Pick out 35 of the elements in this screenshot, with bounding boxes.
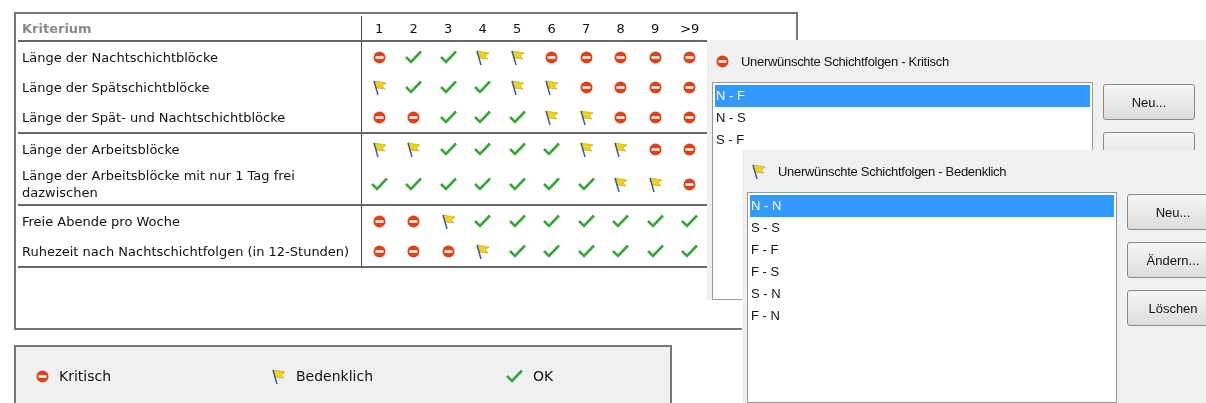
list-box[interactable]: N - N S - S F - F F - S S - N F - N <box>747 192 1117 403</box>
legend-label: Kritisch <box>59 368 112 384</box>
criterion-label: Länge der Nachtschichtblöcke <box>18 42 362 72</box>
dialog-title: Unerwünschte Schichtfolgen - Bedenklich <box>778 163 1007 179</box>
dialog-button[interactable]: Ändern... <box>1127 242 1206 278</box>
list-item[interactable]: F - N <box>750 305 1114 327</box>
criterion-label: Länge der Spät- und Nachtschichtblöcke <box>18 102 362 132</box>
column-header: 5 <box>512 20 523 36</box>
criterion-label: Länge der Arbeitsblöcke <box>18 134 362 164</box>
column-header: 3 <box>443 20 454 36</box>
column-header: 8 <box>615 20 626 36</box>
column-header: 2 <box>408 20 419 36</box>
column-header: 1 <box>374 20 385 36</box>
criterion-label: Freie Abende pro Woche <box>18 206 362 236</box>
column-header: >9 <box>679 20 701 36</box>
legend-label: Bedenklich <box>296 368 374 384</box>
legend-label: OK <box>533 368 554 384</box>
list-item[interactable]: S - S <box>750 217 1114 239</box>
list-item[interactable]: F - F <box>750 239 1114 261</box>
column-header: 7 <box>581 20 592 36</box>
dialog-button[interactable]: Neu... <box>1103 84 1195 120</box>
dialog-button[interactable]: Löschen <box>1127 290 1206 326</box>
criterion-label: Länge der Spätschichtblöcke <box>18 72 362 102</box>
dialog-title: Unerwünschte Schichtfolgen - Kritisch <box>741 53 949 69</box>
list-item[interactable]: S - N <box>750 283 1114 305</box>
column-header: Kriterium <box>18 16 362 40</box>
column-header: 6 <box>546 20 557 36</box>
criterion-label: Länge der Arbeitsblöcke mit nur 1 Tag frei dazwischen <box>18 164 362 204</box>
list-item[interactable]: F - S <box>750 261 1114 283</box>
criterion-label: Ruhezeit nach Nachtschichtfolgen (in 12-Stunden) <box>18 236 362 266</box>
list-item[interactable]: S - F <box>715 129 1090 151</box>
list-item[interactable]: N - S <box>715 107 1090 129</box>
column-header: 4 <box>477 20 488 36</box>
dialog-button[interactable]: Neu... <box>1127 194 1206 230</box>
column-header: 9 <box>650 20 661 36</box>
